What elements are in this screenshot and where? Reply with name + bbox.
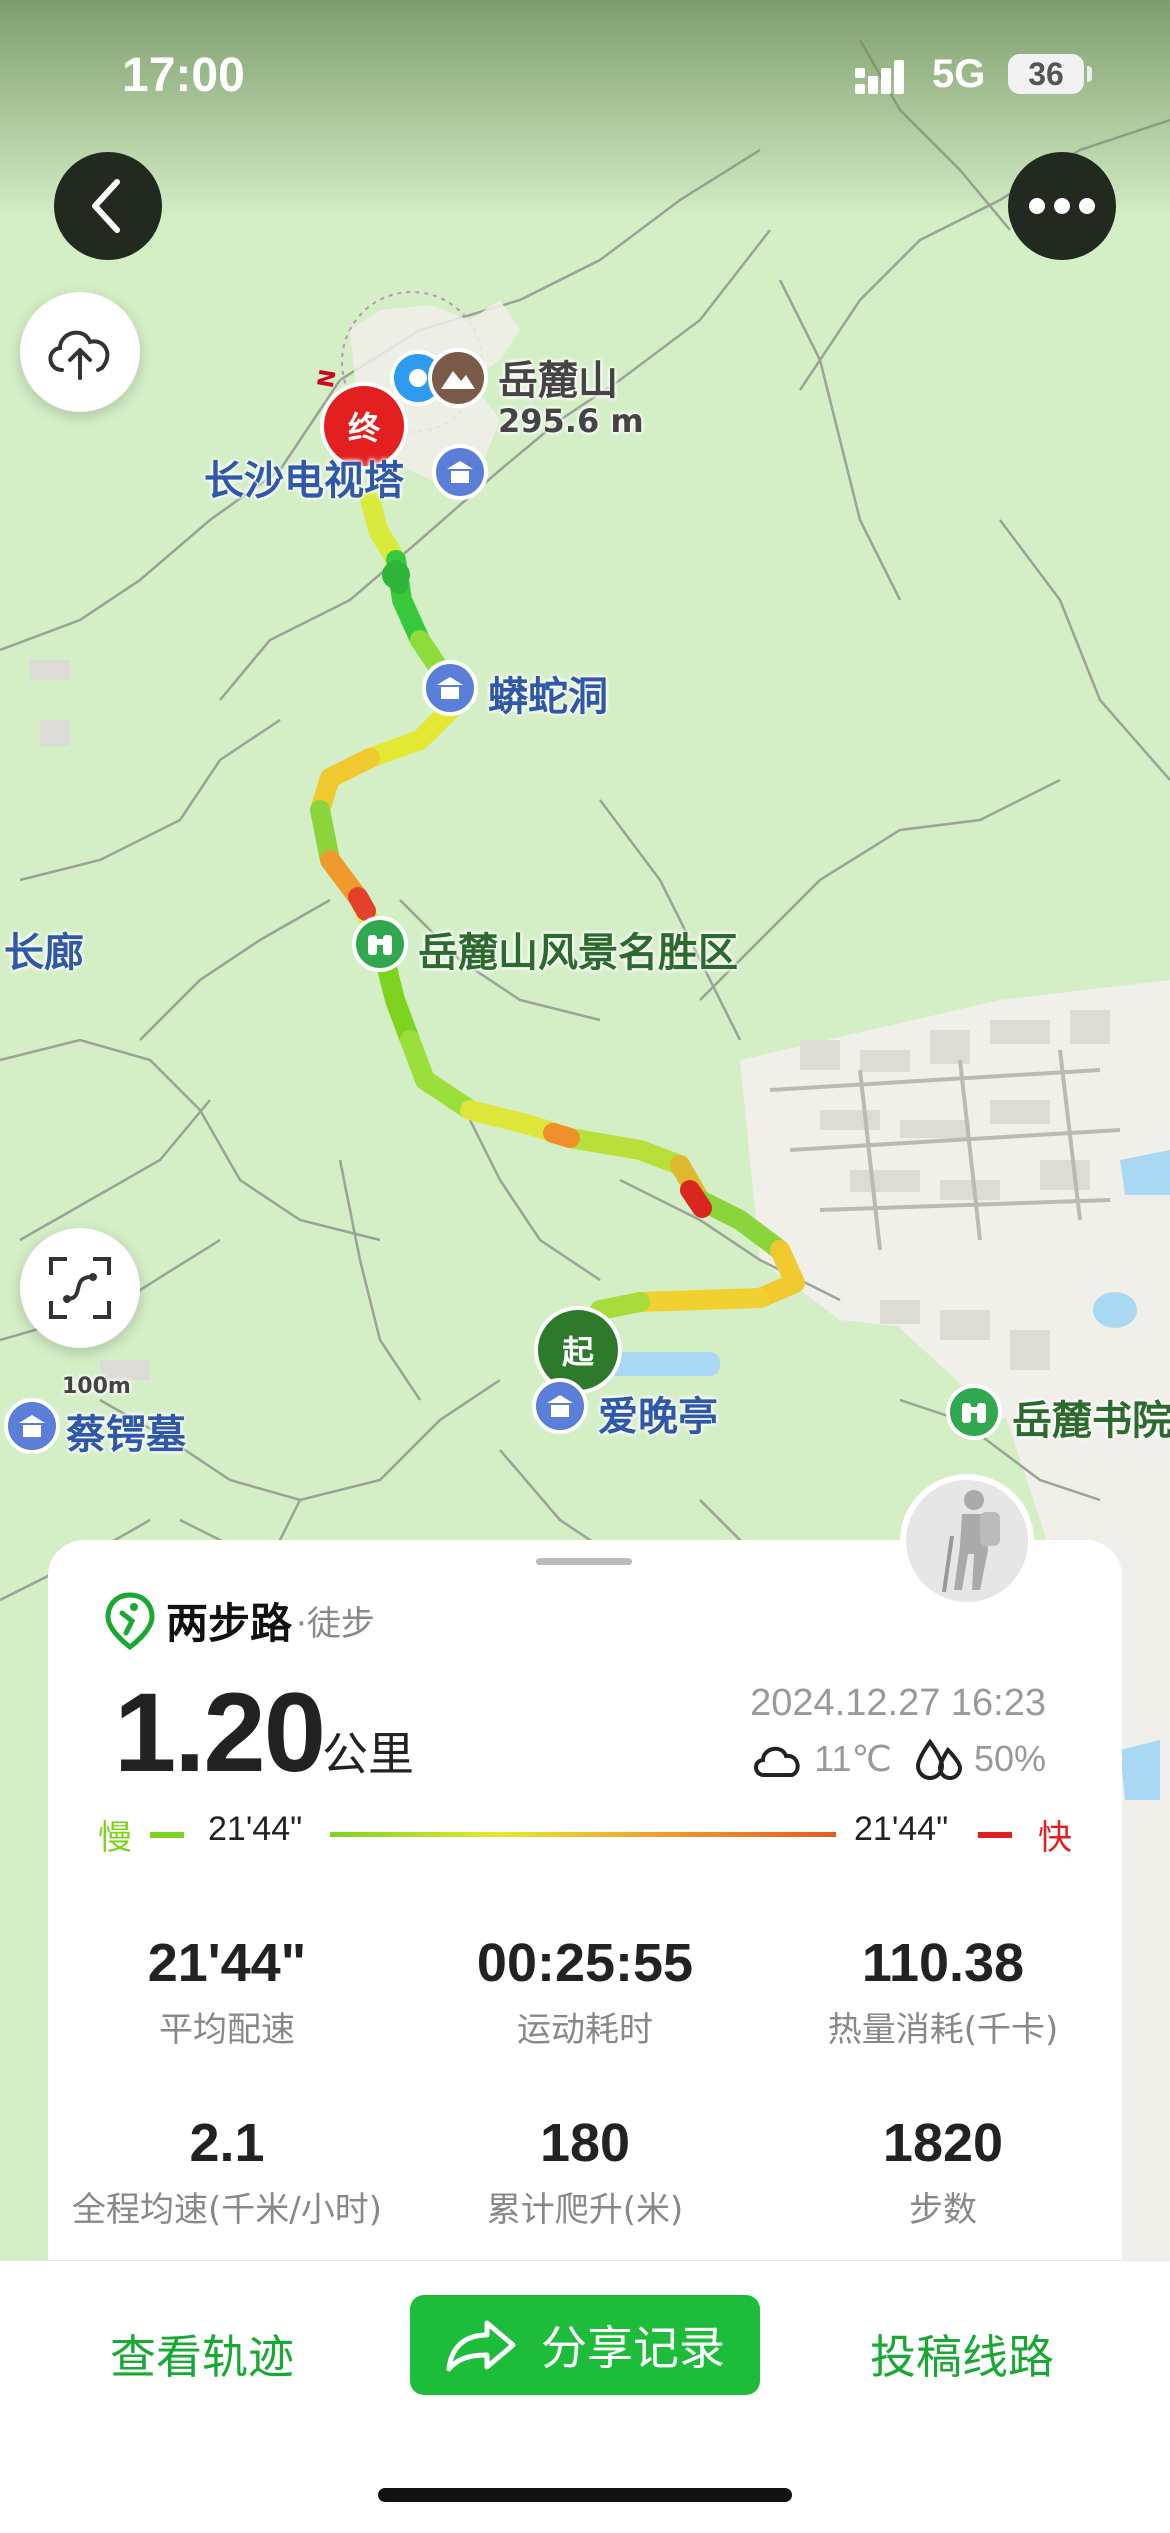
tomb-label[interactable]: 蔡锷墓: [66, 1402, 186, 1460]
record-datetime: 2024.12.27 16:23: [750, 1682, 1046, 1724]
stat-avg-pace: 21'44" 平均配速: [48, 1932, 406, 2051]
battery-tip: [1087, 66, 1092, 82]
cave-label[interactable]: 蟒蛇洞: [488, 664, 608, 722]
status-bar: 17:00 5G 36: [0, 0, 1170, 150]
mountain-label[interactable]: 岳麓山: [498, 348, 618, 406]
pavilion-icon: [532, 1378, 588, 1434]
stat-label: 全程均速(千米/小时): [72, 2190, 382, 2230]
cloud-upload-icon: [48, 330, 110, 380]
share-arrow-icon: [446, 2320, 516, 2372]
legend-slow-swatch: [150, 1832, 184, 1838]
legend-gradient: [330, 1832, 836, 1837]
pavilion-icon: [4, 1398, 60, 1454]
signal-icon: [855, 60, 904, 94]
legend-slow-pace: 21'44": [208, 1810, 303, 1848]
avatar[interactable]: [900, 1474, 1034, 1608]
brand: 两步路 ·徒步: [104, 1590, 375, 1651]
battery-icon: 36: [1008, 54, 1084, 94]
stat-value: 00:25:55: [476, 1933, 694, 1993]
binoculars-icon: [946, 1384, 1002, 1440]
stat-value: 1820: [882, 2113, 1004, 2173]
stat-label: 运动耗时: [517, 2010, 653, 2050]
chevron-left-icon: [92, 179, 120, 233]
more-button[interactable]: [1008, 152, 1116, 260]
stat-steps: 1820 步数: [764, 2112, 1122, 2231]
activity-type: ·徒步: [296, 1604, 375, 1644]
scale-label: 100m: [62, 1374, 131, 1399]
legend-fast-label: 快: [1038, 1818, 1072, 1858]
back-button[interactable]: [54, 152, 162, 260]
scenic-area-label[interactable]: 岳麓山风景名胜区: [418, 920, 738, 978]
upload-button[interactable]: [20, 292, 140, 412]
pavilion-icon: [422, 660, 478, 716]
elevation-label: 295.6 m: [498, 402, 644, 440]
stat-elevation-gain: 180 累计爬升(米): [406, 2112, 764, 2231]
stat-value: 110.38: [861, 1933, 1025, 1993]
share-label: 分享记录: [541, 2321, 725, 2375]
distance-unit: 公里: [322, 1727, 414, 1781]
pace-legend: 慢 21'44" 21'44" 快: [88, 1810, 1088, 1860]
academy-label[interactable]: 岳麓书院: [1012, 1388, 1170, 1446]
stat-label: 平均配速: [159, 2010, 295, 2050]
submit-route-button[interactable]: 投稿线路: [870, 2321, 1054, 2387]
stat-value: 180: [539, 2113, 631, 2173]
scan-route-icon: [49, 1257, 111, 1319]
fit-track-button[interactable]: [20, 1228, 140, 1348]
stat-calories: 110.38 热量消耗(千卡): [764, 1932, 1122, 2051]
drag-handle[interactable]: [536, 1558, 632, 1565]
view-track-button[interactable]: 查看轨迹: [110, 2321, 294, 2387]
stat-label: 累计爬升(米): [486, 2190, 684, 2230]
stat-value: 21'44": [147, 1933, 307, 1993]
cloud-icon: [754, 1746, 800, 1777]
weather-row: 11℃ 50%: [750, 1738, 1046, 1780]
status-time: 17:00: [122, 49, 245, 102]
corridor-label[interactable]: 长廊: [4, 920, 84, 978]
brand-logo-icon: [105, 1591, 155, 1650]
stat-label: 步数: [909, 2190, 977, 2230]
temperature: 11℃: [814, 1738, 892, 1779]
humidity-icon: [915, 1738, 962, 1780]
stat-duration: 00:25:55 运动耗时: [406, 1932, 764, 2051]
pavilion-icon: [432, 444, 488, 500]
network-label: 5G: [932, 52, 986, 96]
tv-tower-label[interactable]: 长沙电视塔: [204, 448, 404, 506]
more-dots-icon: [1029, 198, 1095, 214]
legend-fast-pace: 21'44": [854, 1810, 949, 1848]
aiwan-pavilion-label[interactable]: 爱晚亭: [598, 1384, 718, 1442]
share-record-button[interactable]: 分享记录: [410, 2295, 760, 2395]
legend-slow-label: 慢: [98, 1818, 132, 1858]
hiker-icon: [942, 1490, 1000, 1593]
mountain-icon: [428, 348, 488, 408]
distance-value: 1.20: [114, 1670, 326, 1795]
record-card: 两步路 ·徒步 1.20 公里 2024.12.27 16:23 11℃ 50%…: [48, 1540, 1122, 2260]
humidity: 50%: [973, 1738, 1046, 1779]
binoculars-icon: [352, 916, 408, 972]
stat-avg-speed: 2.1 全程均速(千米/小时): [48, 2112, 406, 2231]
stat-label: 热量消耗(千卡): [827, 2010, 1059, 2050]
brand-name: 两步路: [166, 1599, 293, 1648]
stat-value: 2.1: [189, 2113, 265, 2173]
legend-fast-swatch: [978, 1832, 1012, 1838]
home-indicator[interactable]: [378, 2488, 792, 2502]
